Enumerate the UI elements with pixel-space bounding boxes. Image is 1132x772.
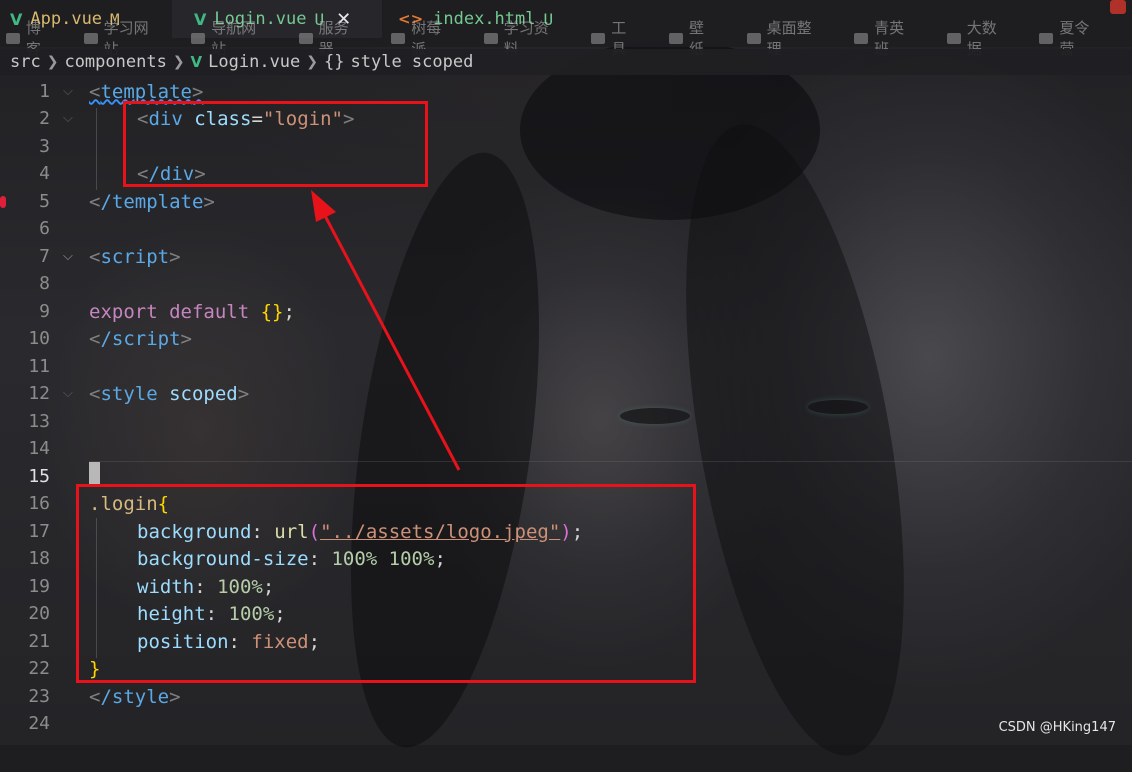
- annotation-arrow: [311, 190, 461, 471]
- watermark: CSDN @HKing147: [998, 720, 1116, 735]
